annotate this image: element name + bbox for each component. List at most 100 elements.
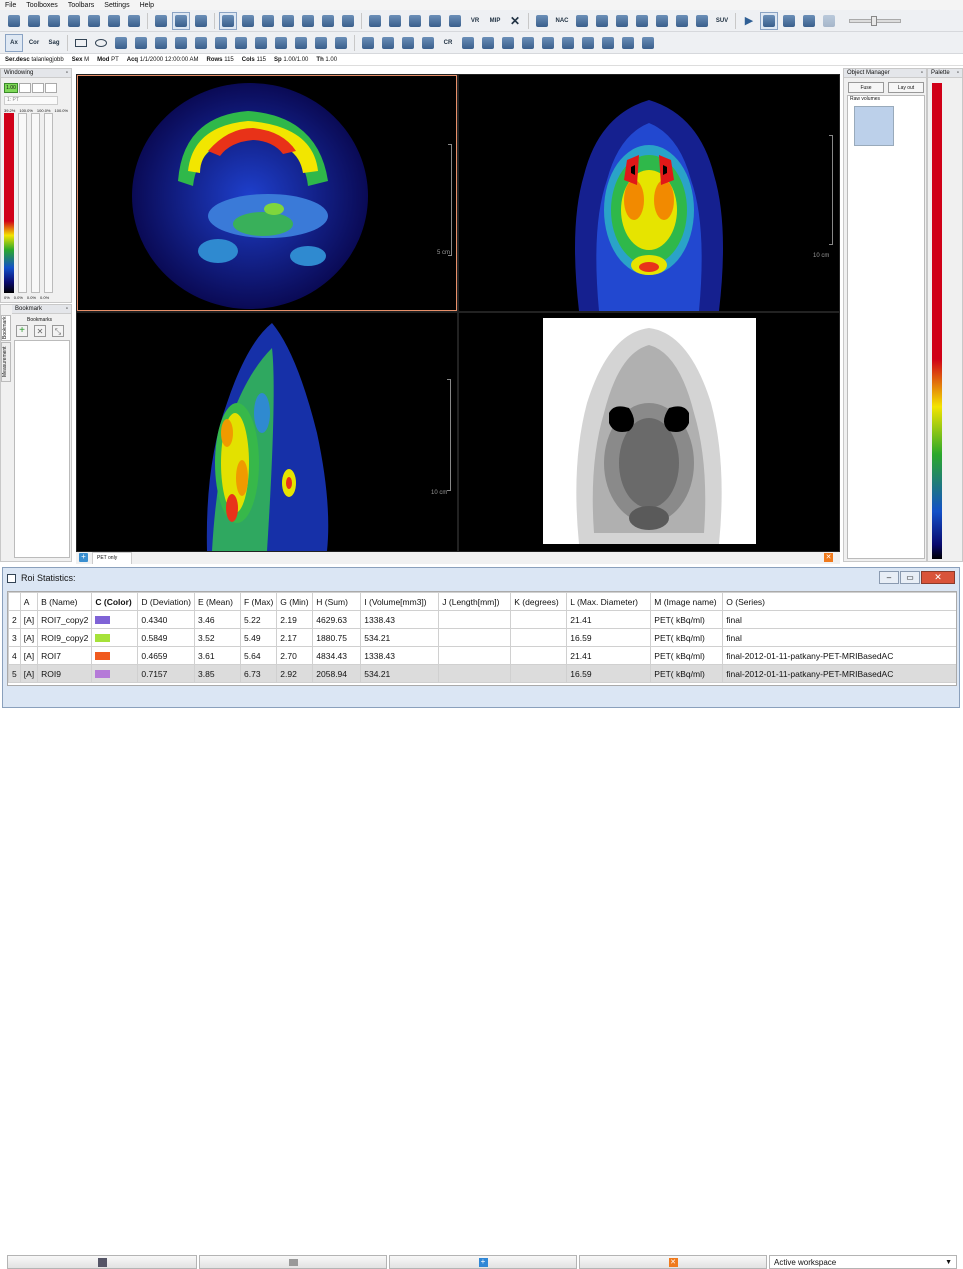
close-window-button[interactable]: ✕	[921, 571, 955, 584]
roi-cell-deg[interactable]	[510, 664, 568, 683]
contrast-icon[interactable]	[299, 12, 317, 30]
roi-cell-series[interactable]: final	[722, 610, 956, 629]
maximize-button[interactable]: ▭	[900, 571, 920, 584]
remove-roi-button[interactable]: ✕	[579, 1255, 767, 1269]
cr-button[interactable]: CR	[439, 34, 457, 52]
roi-cell-min[interactable]: 2.19	[276, 610, 314, 629]
roi-export-icon[interactable]	[579, 34, 597, 52]
roi-color-swatch[interactable]	[95, 670, 111, 679]
split-icon[interactable]	[593, 12, 611, 30]
roi-cell-sum[interactable]: 4834.43	[312, 646, 362, 665]
roi-cell-img[interactable]: PET( kBq/ml)	[650, 646, 724, 665]
print-roi-button[interactable]	[199, 1255, 387, 1269]
zoom-icon[interactable]	[279, 12, 297, 30]
bookmark-list[interactable]	[14, 340, 70, 558]
open-folder-icon[interactable]	[45, 12, 63, 30]
layer-field[interactable]: 1: PT	[4, 96, 58, 105]
export-icon[interactable]	[85, 12, 103, 30]
roi-cell-vol[interactable]: 1338.43	[360, 610, 440, 629]
add-roi-button[interactable]: +	[389, 1255, 577, 1269]
delete-bookmark-button[interactable]: ✕	[34, 325, 46, 337]
polygon-roi-icon[interactable]	[112, 34, 130, 52]
swap-icon[interactable]	[800, 12, 818, 30]
roi-color-cell[interactable]	[91, 610, 139, 629]
roi-color-swatch[interactable]	[95, 652, 111, 661]
reset-view-icon[interactable]	[366, 12, 384, 30]
roi-cell-len[interactable]	[438, 664, 512, 683]
window-track[interactable]	[31, 113, 40, 293]
crosshair-icon[interactable]	[219, 11, 237, 30]
roi-cell-series[interactable]: final	[722, 628, 956, 647]
suv-button[interactable]: SUV	[713, 12, 731, 30]
window-slot[interactable]	[19, 83, 31, 93]
sphere-roi-icon[interactable]	[212, 34, 230, 52]
volume-render-icon[interactable]	[386, 12, 404, 30]
column-header[interactable]: I (Volume[mm3])	[360, 592, 440, 611]
cursor-icon[interactable]	[172, 11, 190, 30]
paste-roi-icon[interactable]	[479, 34, 497, 52]
undock-icon[interactable]: ▫	[921, 70, 923, 76]
sagittal-viewport[interactable]: 10 cm	[77, 313, 457, 551]
loop-icon[interactable]	[760, 11, 778, 30]
menu-file[interactable]: File	[5, 2, 16, 9]
roi-list-icon[interactable]	[539, 34, 557, 52]
mip-viewport[interactable]	[459, 313, 839, 551]
raw-volumes-item[interactable]: Raw volumes	[848, 96, 924, 102]
roi-cell-sum[interactable]: 4629.63	[312, 610, 362, 629]
column-header[interactable]: F (Max)	[239, 592, 278, 611]
save-all-icon[interactable]	[125, 12, 143, 30]
roi-cell-mean[interactable]: 3.85	[194, 664, 241, 683]
palette-colorbar[interactable]	[932, 83, 942, 559]
roi-color-swatch[interactable]	[95, 634, 111, 643]
pan-icon[interactable]	[259, 12, 277, 30]
roi-cell-diam[interactable]: 21.41	[566, 646, 652, 665]
windowing-value-button[interactable]: 1.00	[4, 83, 18, 93]
roi-cell-name[interactable]: ROI7_copy2	[37, 610, 93, 629]
roi-table-row[interactable]: 4 [A] ROI7 0.4659 3.61 5.64 2.70 4834.43 1338.43…	[8, 646, 956, 665]
roi-delete-icon[interactable]	[599, 34, 617, 52]
axial-button[interactable]: Ax	[5, 33, 23, 52]
column-header[interactable]: G (Min)	[276, 592, 314, 611]
undock-icon[interactable]: ▫	[66, 70, 68, 76]
add-bookmark-button[interactable]: +	[16, 325, 28, 337]
object-tree[interactable]: Raw volumes	[847, 95, 925, 559]
magnet-icon[interactable]	[319, 12, 337, 30]
chart-icon[interactable]	[426, 12, 444, 30]
menu-settings[interactable]: Settings	[104, 2, 129, 9]
roi-cell-img[interactable]: PET( kBq/ml)	[650, 628, 724, 647]
cube-icon[interactable]	[239, 12, 257, 30]
fuse-button[interactable]: Fuse	[848, 82, 884, 93]
roi-s-icon[interactable]	[419, 34, 437, 52]
fit-icon[interactable]	[693, 12, 711, 30]
coronal-viewport[interactable]: 10 cm	[459, 75, 839, 311]
roi-cell-min[interactable]: 2.70	[276, 646, 314, 665]
region-grow-icon[interactable]	[192, 34, 210, 52]
import-icon[interactable]	[65, 12, 83, 30]
cylinder-roi-icon[interactable]	[232, 34, 250, 52]
roi-edit-icon[interactable]	[559, 34, 577, 52]
roi-cell-max[interactable]: 6.73	[239, 664, 278, 683]
layout-grid-icon[interactable]	[152, 12, 170, 30]
close-tab-icon[interactable]: ✕	[824, 553, 833, 562]
roi-r-icon[interactable]	[379, 34, 397, 52]
roi-cell-sum[interactable]: 1880.75	[312, 628, 362, 647]
roi-cell-sum[interactable]: 2058.94	[312, 664, 362, 683]
roi-cell-n[interactable]: 3	[8, 628, 21, 647]
copy-roi-icon[interactable]	[459, 34, 477, 52]
vr-button[interactable]: VR	[466, 12, 484, 30]
column-header[interactable]: O (Series)	[722, 592, 956, 611]
column-header[interactable]: B (Name)	[37, 592, 93, 611]
roi-cell-a[interactable]: [A]	[19, 646, 39, 665]
roi-n-icon[interactable]	[399, 34, 417, 52]
crop-icon[interactable]	[653, 12, 671, 30]
roi-color-cell[interactable]	[91, 664, 139, 683]
column-header[interactable]: K (degrees)	[510, 592, 568, 611]
target-icon[interactable]	[339, 12, 357, 30]
add-tab-icon[interactable]: +	[79, 553, 88, 562]
roi-cell-img[interactable]: PET( kBq/ml)	[650, 664, 724, 683]
roi-cell-a[interactable]: [A]	[19, 628, 39, 647]
table-icon[interactable]	[332, 34, 350, 52]
roi-cell-name[interactable]: ROI7	[37, 646, 93, 665]
column-header[interactable]: L (Max. Diameter)	[566, 592, 652, 611]
roi-cell-name[interactable]: ROI9_copy2	[37, 628, 93, 647]
